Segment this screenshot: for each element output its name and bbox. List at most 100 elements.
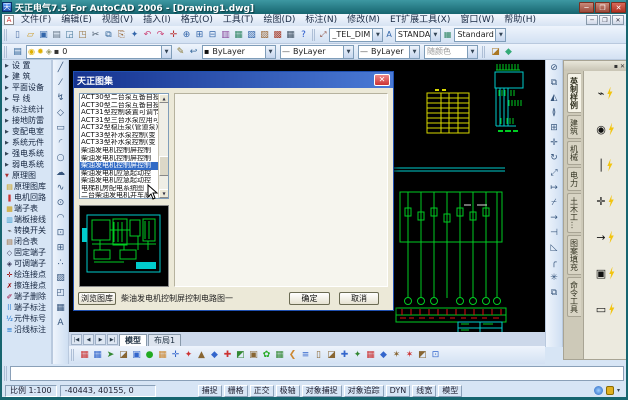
screen-menu-item[interactable]: ▶弱电系统 bbox=[4, 159, 51, 170]
help-icon[interactable]: ? bbox=[297, 28, 310, 42]
menu-item[interactable]: 标注(N) bbox=[300, 15, 342, 25]
screen-menu-item[interactable]: ✗擦连接点 bbox=[4, 280, 51, 291]
telec-tool-icon[interactable]: ▣ bbox=[130, 348, 143, 362]
coordinates-display[interactable]: -40443, 40155, 0 bbox=[60, 385, 156, 397]
erase-icon[interactable]: ⊘ bbox=[547, 60, 562, 75]
new-icon[interactable]: ▯ bbox=[11, 28, 24, 42]
telec-tool-icon[interactable]: ◩ bbox=[234, 348, 247, 362]
screen-menu-item[interactable]: ▶设 置 bbox=[4, 60, 51, 71]
save-icon[interactable]: ▣ bbox=[37, 28, 50, 42]
electrical-symbol-item[interactable]: ▣ bbox=[596, 255, 615, 291]
screen-menu-item[interactable]: ≡沿线标注 bbox=[4, 324, 51, 335]
palette-tab[interactable]: 命令工具 bbox=[567, 277, 581, 317]
close-button[interactable]: ✕ bbox=[611, 2, 626, 13]
electrical-symbol-item[interactable]: │ bbox=[598, 147, 614, 183]
model-space-button[interactable]: 模型 bbox=[438, 385, 462, 397]
plot-icon[interactable]: ▤ bbox=[50, 28, 63, 42]
table-style-combo[interactable]: Standard▼ bbox=[454, 28, 506, 42]
menu-item[interactable]: 编辑(E) bbox=[56, 15, 97, 25]
screen-menu-item[interactable]: ▦端子表 bbox=[4, 203, 51, 214]
layer-properties-icon[interactable]: ▤ bbox=[11, 45, 24, 59]
construction-line-icon[interactable]: ⁄ bbox=[53, 75, 68, 90]
electrical-symbol-item[interactable]: → bbox=[596, 219, 614, 255]
minimize-button[interactable]: ─ bbox=[579, 2, 594, 13]
region-icon[interactable]: ◰ bbox=[53, 285, 68, 300]
hatch-icon[interactable]: ▨ bbox=[53, 270, 68, 285]
tab-nav-button[interactable]: ◀ bbox=[83, 334, 94, 345]
palette-overflow-icon[interactable]: ▪ bbox=[614, 63, 618, 70]
chevron-down-icon[interactable]: ▼ bbox=[343, 46, 353, 58]
toolbar-grip[interactable] bbox=[71, 349, 76, 361]
mdi-close-button[interactable]: ✕ bbox=[612, 15, 624, 25]
match-properties-icon[interactable]: ✦ bbox=[128, 28, 141, 42]
markup-icon[interactable]: ▩ bbox=[271, 28, 284, 42]
chevron-down-icon[interactable]: ▼ bbox=[409, 46, 419, 58]
undo-icon[interactable]: ↶ bbox=[141, 28, 154, 42]
menu-item[interactable]: 窗口(W) bbox=[455, 15, 499, 25]
extend-icon[interactable]: → bbox=[547, 210, 562, 225]
cut-icon[interactable]: ✂ bbox=[89, 28, 102, 42]
atlas-list-item[interactable]: 柴油发电机控制屏控制 bbox=[80, 155, 158, 163]
telec-tool-icon[interactable]: ▦ bbox=[156, 348, 169, 362]
electrical-symbol-item[interactable]: ⌁ bbox=[598, 75, 614, 111]
toolbar-grip[interactable] bbox=[482, 46, 487, 58]
screen-menu-item[interactable]: ▤原理图库 bbox=[4, 181, 51, 192]
tab-nav-button[interactable]: ▶ bbox=[95, 334, 106, 345]
text-style-combo[interactable]: STANDARD▼ bbox=[395, 28, 441, 42]
screen-menu-item[interactable]: ✛绘连接点 bbox=[4, 269, 51, 280]
telec-tool-icon[interactable]: ◆ bbox=[208, 348, 221, 362]
publish-icon[interactable]: ◳ bbox=[76, 28, 89, 42]
break-icon[interactable]: ⊣ bbox=[547, 225, 562, 240]
electrical-symbol-item[interactable]: ◉ bbox=[596, 111, 615, 147]
toggle-捕捉[interactable]: 捕捉 bbox=[198, 385, 222, 397]
point-icon[interactable]: ∴ bbox=[53, 255, 68, 270]
toolbar-grip[interactable] bbox=[4, 29, 9, 41]
screen-menu-item[interactable]: ▶接地防雷 bbox=[4, 115, 51, 126]
ellipse-icon[interactable]: ⊙ bbox=[53, 195, 68, 210]
insert-block-icon[interactable]: ⊡ bbox=[53, 225, 68, 240]
telec-tool-icon[interactable]: ✶ bbox=[403, 348, 416, 362]
screen-menu-item[interactable]: ◇固定端子 bbox=[4, 247, 51, 258]
dim-style-combo[interactable]: _TEL_DIM▼ bbox=[329, 28, 383, 42]
communication-center-icon[interactable] bbox=[594, 386, 603, 395]
spline-icon[interactable]: ∿ bbox=[53, 180, 68, 195]
chevron-down-icon[interactable]: ▼ bbox=[372, 29, 382, 41]
text-style-icon[interactable]: A bbox=[386, 30, 391, 39]
atlas-list-item[interactable]: 柴油发电机控制屏控制 bbox=[80, 147, 158, 155]
chevron-down-icon[interactable]: ▼ bbox=[265, 46, 275, 58]
rotate-icon[interactable]: ↻ bbox=[547, 150, 562, 165]
screen-menu-item[interactable]: ▶标注统计 bbox=[4, 104, 51, 115]
menu-item[interactable]: ET扩展工具(X) bbox=[385, 15, 455, 25]
palette-tab[interactable]: 电力 bbox=[567, 167, 581, 191]
command-input[interactable] bbox=[10, 366, 624, 381]
palette-tab[interactable]: 建筑 bbox=[567, 115, 581, 139]
array-icon[interactable]: ⊞ bbox=[547, 120, 562, 135]
menu-item[interactable]: 视图(V) bbox=[97, 15, 138, 25]
mirror-icon[interactable]: ◭ bbox=[547, 90, 562, 105]
telec-tool-icon[interactable]: ✿ bbox=[260, 348, 273, 362]
calculator-icon[interactable]: ▦ bbox=[284, 28, 297, 42]
atlas-list-item[interactable]: ACT32型稳压泵(管道泵) bbox=[80, 124, 158, 132]
menu-item[interactable]: 格式(O) bbox=[176, 15, 218, 25]
command-window-grip[interactable] bbox=[4, 366, 8, 381]
telec-tool-icon[interactable]: ● bbox=[143, 348, 156, 362]
screen-menu-item[interactable]: ⠿端子标注 bbox=[4, 302, 51, 313]
telec-tool-icon[interactable]: ⊡ bbox=[429, 348, 442, 362]
ok-button[interactable]: 确定 bbox=[289, 292, 330, 305]
atlas-list-item[interactable]: ACT33型补水泵控制(变 bbox=[80, 139, 158, 147]
electrical-symbol-item[interactable]: ✛ bbox=[596, 183, 614, 219]
telec-tool-icon[interactable]: ✦ bbox=[351, 348, 364, 362]
atlas-preview-thumbnail[interactable] bbox=[79, 205, 169, 287]
redo-icon[interactable]: ↷ bbox=[154, 28, 167, 42]
chevron-down-icon[interactable]: ▼ bbox=[467, 46, 477, 58]
chevron-down-icon[interactable]: ▼ bbox=[161, 46, 171, 58]
explode-icon[interactable]: ✳ bbox=[547, 270, 562, 285]
telec-tool-icon[interactable]: ◆ bbox=[377, 348, 390, 362]
screen-menu-item[interactable]: ▶建 筑 bbox=[4, 71, 51, 82]
screen-menu-item[interactable]: ▤闭合表 bbox=[4, 236, 51, 247]
screen-menu-item[interactable]: ▶变配电室 bbox=[4, 126, 51, 137]
telec-tool-icon[interactable]: ▦ bbox=[364, 348, 377, 362]
layout-tab-布局1[interactable]: 布局1 bbox=[148, 334, 181, 346]
pan-icon[interactable]: ✛ bbox=[167, 28, 180, 42]
dialog-title-bar[interactable]: 天正图集 ✕ bbox=[74, 72, 393, 88]
